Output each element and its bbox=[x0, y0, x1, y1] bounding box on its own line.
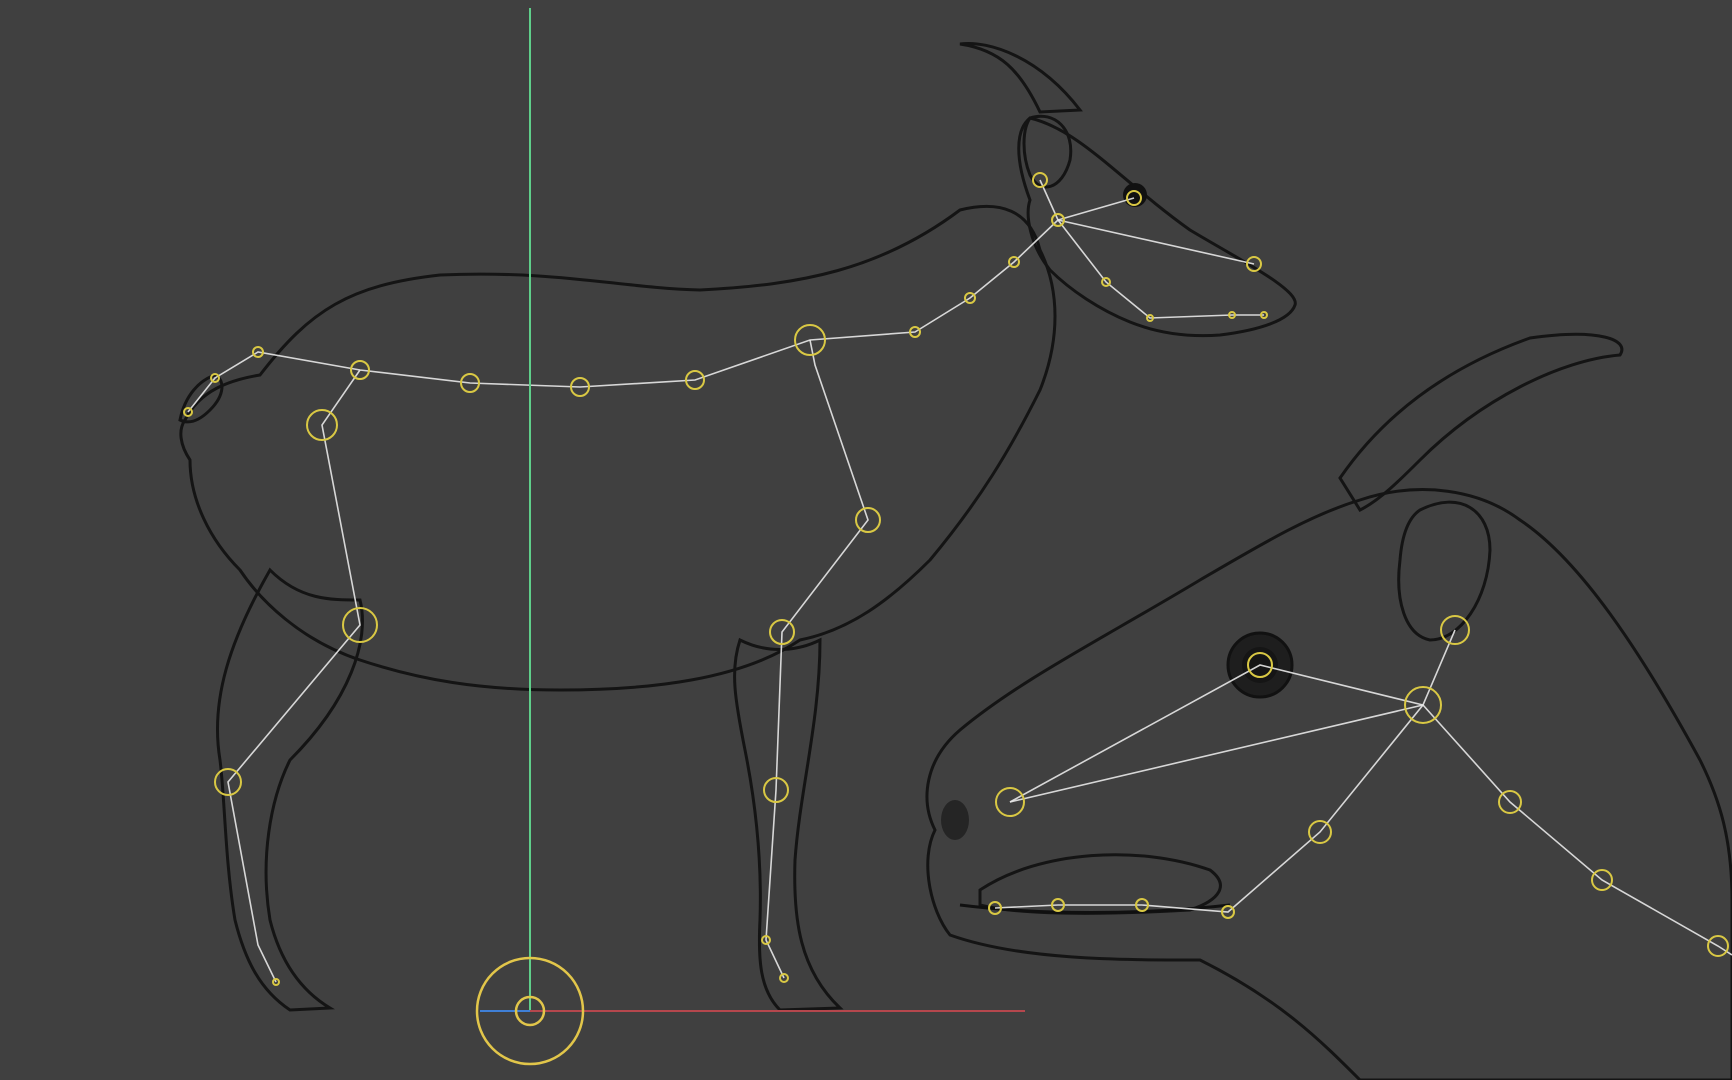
3d-viewport[interactable] bbox=[0, 0, 1732, 1080]
axes-layer bbox=[475, 8, 1025, 1066]
